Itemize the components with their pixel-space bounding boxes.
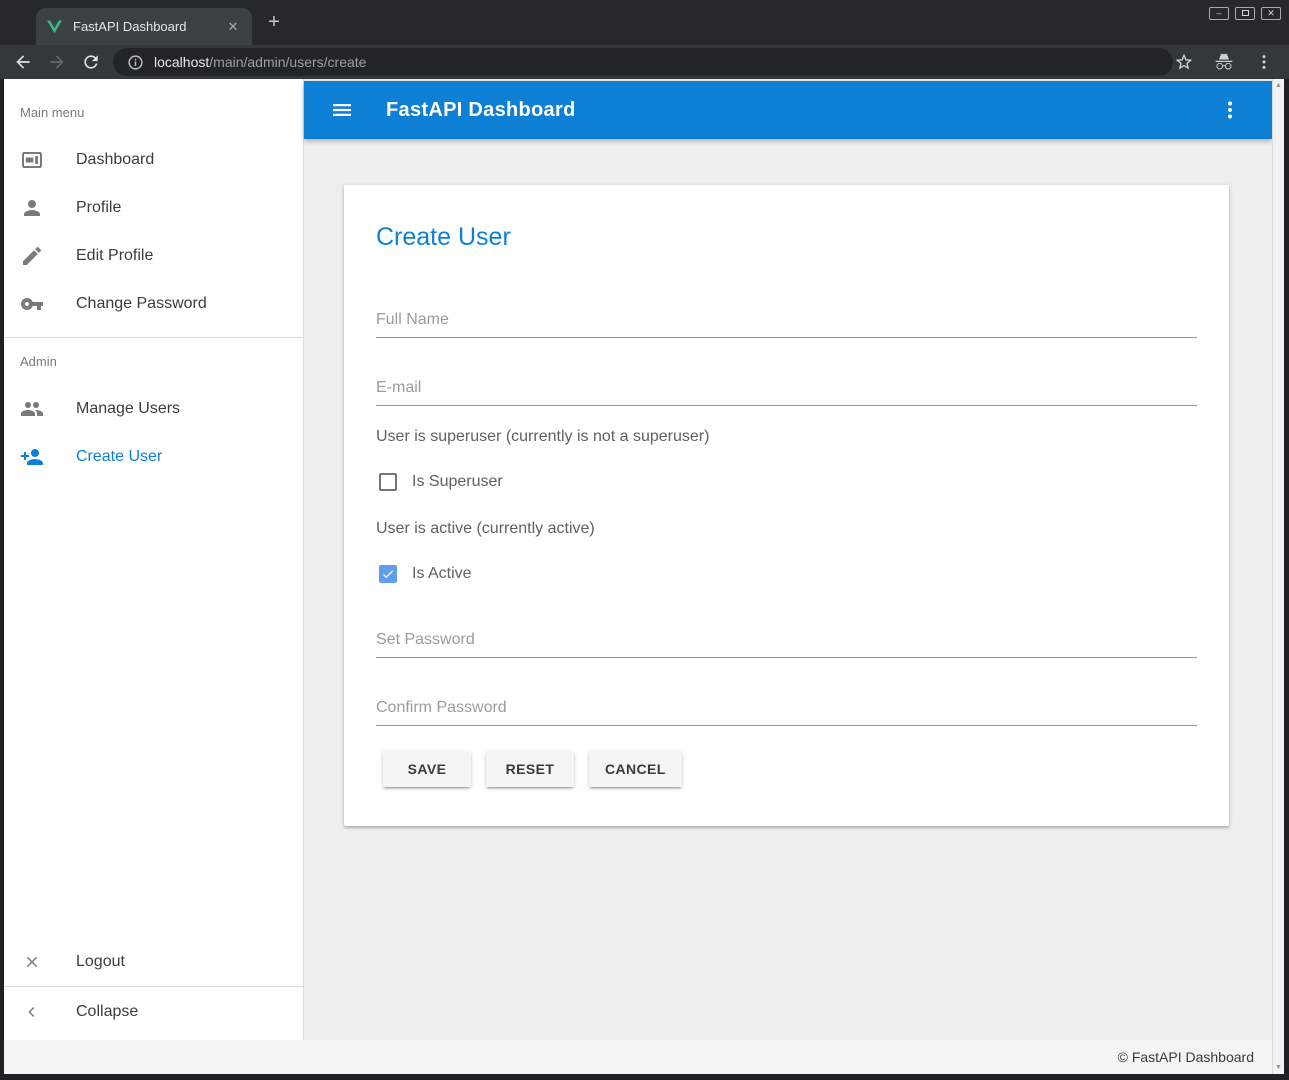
browser-titlebar: FastAPI Dashboard ✕ + – ✕ xyxy=(0,0,1289,45)
sidebar-item-create-user[interactable]: Create User xyxy=(4,433,303,481)
is-superuser-checkbox-row[interactable]: Is Superuser xyxy=(379,472,503,492)
people-icon xyxy=(20,397,44,421)
cancel-button[interactable]: CANCEL xyxy=(589,751,682,787)
is-superuser-label: Is Superuser xyxy=(412,473,503,491)
app-bar: FastAPI Dashboard xyxy=(304,81,1272,139)
sidebar-item-label: Manage Users xyxy=(76,400,180,418)
vue-logo xyxy=(46,18,63,35)
app-bar-kebab-icon[interactable] xyxy=(1218,98,1242,122)
full-name-input[interactable] xyxy=(376,302,1197,338)
sidebar-section-main-menu: Main menu xyxy=(20,105,84,120)
minimize-button[interactable]: – xyxy=(1209,7,1229,20)
sidebar-divider xyxy=(4,337,303,338)
browser-menu-kebab-icon[interactable] xyxy=(1253,51,1275,73)
sidebar-divider xyxy=(4,986,303,987)
sidebar-item-label: Profile xyxy=(76,199,121,217)
key-icon xyxy=(20,292,44,316)
close-icon xyxy=(20,950,44,974)
is-active-label: Is Active xyxy=(412,565,472,583)
page-content: Main menu Dashboard Profile Edit Profile… xyxy=(4,79,1284,1074)
is-active-checkbox[interactable] xyxy=(379,565,397,583)
reset-button[interactable]: RESET xyxy=(486,751,574,787)
sidebar-item-profile[interactable]: Profile xyxy=(4,184,303,232)
set-password-input[interactable] xyxy=(376,622,1197,658)
star-icon[interactable] xyxy=(1173,51,1195,73)
sidebar: Main menu Dashboard Profile Edit Profile… xyxy=(4,79,304,1040)
sidebar-item-label: Logout xyxy=(76,953,125,971)
sidebar-item-label: Create User xyxy=(76,448,162,466)
sidebar-item-label: Change Password xyxy=(76,295,207,313)
sidebar-item-logout[interactable]: Logout xyxy=(4,938,303,986)
pencil-icon xyxy=(20,244,44,268)
tab-title: FastAPI Dashboard xyxy=(73,19,224,34)
scrollbar-up-icon[interactable]: ▲ xyxy=(1273,82,1284,89)
page-scrollbar[interactable]: ▲ ▼ xyxy=(1272,79,1284,1074)
window-controls: – ✕ xyxy=(1209,7,1281,20)
page-footer: © FastAPI Dashboard xyxy=(4,1040,1272,1074)
maximize-button[interactable] xyxy=(1235,7,1255,20)
chevron-left-icon xyxy=(20,1000,44,1024)
forward-icon[interactable] xyxy=(46,51,68,73)
back-icon[interactable] xyxy=(12,51,34,73)
sidebar-item-manage-users[interactable]: Manage Users xyxy=(4,385,303,433)
url-host: localhost xyxy=(154,54,209,70)
hamburger-icon[interactable] xyxy=(330,98,354,122)
person-add-icon xyxy=(20,445,44,469)
person-icon xyxy=(20,196,44,220)
url-path: /main/admin/users/create xyxy=(209,54,366,70)
save-button[interactable]: SAVE xyxy=(383,751,471,787)
browser-tab[interactable]: FastAPI Dashboard ✕ xyxy=(36,8,252,45)
page-title: Create User xyxy=(376,223,511,252)
dashboard-icon xyxy=(20,148,44,172)
browser-toolbar: localhost/main/admin/users/create xyxy=(0,45,1289,79)
sidebar-item-change-password[interactable]: Change Password xyxy=(4,280,303,328)
toolbar-right-icons xyxy=(1173,48,1275,76)
info-icon[interactable] xyxy=(127,54,144,71)
sidebar-item-label: Edit Profile xyxy=(76,247,153,265)
tab-close-icon[interactable]: ✕ xyxy=(224,19,242,35)
new-tab-button[interactable]: + xyxy=(262,10,286,34)
is-active-checkbox-row[interactable]: Is Active xyxy=(379,564,472,584)
is-superuser-checkbox[interactable] xyxy=(379,473,397,491)
sidebar-item-collapse[interactable]: Collapse xyxy=(4,988,303,1036)
app-bar-title: FastAPI Dashboard xyxy=(386,99,576,122)
sidebar-item-label: Collapse xyxy=(76,1003,138,1021)
close-window-button[interactable]: ✕ xyxy=(1261,7,1281,20)
form-actions: SAVE RESET CANCEL xyxy=(383,751,682,787)
url-bar[interactable]: localhost/main/admin/users/create xyxy=(113,48,1173,76)
create-user-card: Create User User is superuser (currently… xyxy=(344,185,1229,826)
sidebar-item-label: Dashboard xyxy=(76,151,154,169)
sidebar-item-edit-profile[interactable]: Edit Profile xyxy=(4,232,303,280)
sidebar-section-admin: Admin xyxy=(20,354,57,369)
scrollbar-down-icon[interactable]: ▼ xyxy=(1273,1064,1284,1071)
active-status-note: User is active (currently active) xyxy=(376,520,595,538)
email-input[interactable] xyxy=(376,370,1197,406)
superuser-status-note: User is superuser (currently is not a su… xyxy=(376,428,709,446)
confirm-password-input[interactable] xyxy=(376,690,1197,726)
incognito-icon xyxy=(1213,51,1235,73)
copyright-text: © FastAPI Dashboard xyxy=(1118,1049,1254,1065)
reload-icon[interactable] xyxy=(80,51,102,73)
sidebar-item-dashboard[interactable]: Dashboard xyxy=(4,136,303,184)
